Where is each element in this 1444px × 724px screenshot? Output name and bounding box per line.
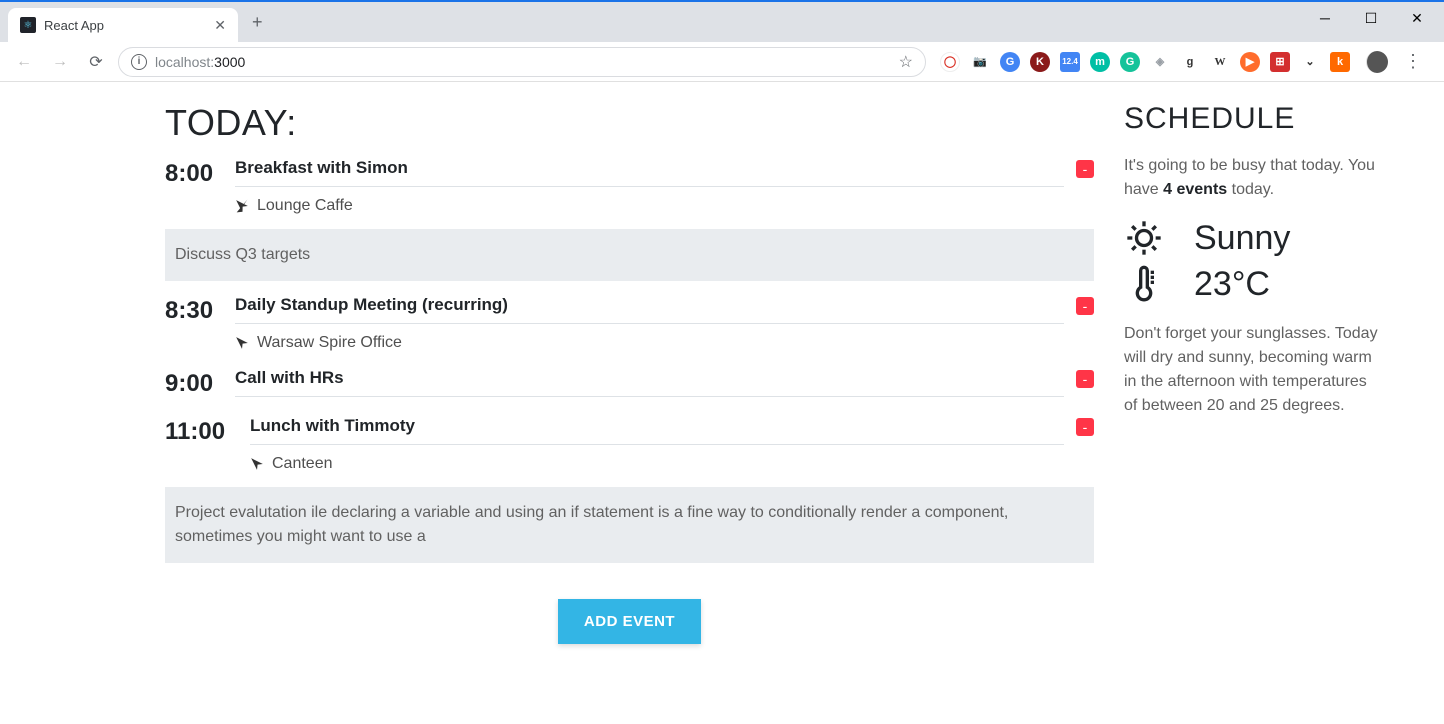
- extension-icon[interactable]: ⊞: [1270, 52, 1290, 72]
- extension-icon[interactable]: ◈: [1150, 52, 1170, 72]
- profile-avatar[interactable]: [1366, 51, 1388, 73]
- bookmark-star-icon[interactable]: ☆: [899, 52, 913, 72]
- event-title: Breakfast with Simon: [235, 158, 1064, 187]
- event-location: Lounge Caffe: [235, 187, 1094, 221]
- page-title: TODAY:: [165, 102, 1094, 144]
- event-item: 11:00 Lunch with Timmoty - Canteen: [165, 416, 1094, 479]
- tab-title: React App: [44, 18, 206, 33]
- extension-icon[interactable]: m: [1090, 52, 1110, 72]
- forecast-text: Don't forget your sunglasses. Today will…: [1124, 322, 1384, 418]
- extension-icon[interactable]: ◯: [940, 52, 960, 72]
- close-tab-icon[interactable]: ✕: [214, 17, 226, 34]
- event-title: Lunch with Timmoty: [250, 416, 1064, 445]
- new-tab-button[interactable]: +: [252, 12, 263, 33]
- delete-event-button[interactable]: -: [1076, 160, 1094, 178]
- event-item: 8:30 Daily Standup Meeting (recurring) -…: [165, 295, 1094, 358]
- weather-temperature: 23°C: [1194, 265, 1270, 304]
- weather-condition-row: Sunny: [1124, 218, 1384, 258]
- location-icon: [250, 457, 264, 471]
- extension-icon[interactable]: K: [1030, 52, 1050, 72]
- reload-button[interactable]: ⟳: [82, 48, 110, 76]
- add-event-button[interactable]: ADD EVENT: [558, 599, 701, 644]
- schedule-sidebar: SCHEDULE It's going to be busy that toda…: [1124, 102, 1444, 644]
- back-button[interactable]: ←: [10, 48, 38, 76]
- event-time: 9:00: [165, 368, 235, 398]
- event-title: Call with HRs: [235, 368, 1064, 397]
- extension-icon[interactable]: W: [1210, 52, 1230, 72]
- extension-icons: ◯ 📷 G K 12.4 m G ◈ g W ▶ ⊞ ⌄ k ⋮: [934, 51, 1434, 73]
- event-title: Daily Standup Meeting (recurring): [235, 295, 1064, 324]
- url-text: localhost:3000: [155, 54, 891, 70]
- extension-icon[interactable]: ⌄: [1300, 52, 1320, 72]
- maximize-button[interactable]: ☐: [1348, 2, 1394, 34]
- event-time: 8:00: [165, 158, 235, 188]
- event-item: 8:00 Breakfast with Simon - Lounge Caffe: [165, 158, 1094, 221]
- weather-temp-row: 23°C: [1124, 264, 1384, 304]
- delete-event-button[interactable]: -: [1076, 297, 1094, 315]
- delete-event-button[interactable]: -: [1076, 418, 1094, 436]
- browser-toolbar: ← → ⟳ i localhost:3000 ☆ ◯ 📷 G K 12.4 m …: [0, 42, 1444, 82]
- extension-icon[interactable]: ▶: [1240, 52, 1260, 72]
- event-time: 11:00: [165, 416, 250, 446]
- extension-icon[interactable]: 📷: [970, 52, 990, 72]
- page-content: TODAY: 8:00 Breakfast with Simon - Loung…: [0, 82, 1444, 644]
- event-time: 8:30: [165, 295, 235, 325]
- extension-icon[interactable]: G: [1120, 52, 1140, 72]
- schedule-intro: It's going to be busy that today. You ha…: [1124, 154, 1384, 202]
- tab-bar: ⚛ React App ✕ + ─ ☐ ✕: [0, 2, 1444, 42]
- window-controls: ─ ☐ ✕: [1302, 2, 1440, 34]
- weather-condition: Sunny: [1194, 219, 1290, 258]
- minimize-button[interactable]: ─: [1302, 2, 1348, 34]
- extension-icon[interactable]: k: [1330, 52, 1350, 72]
- extension-icon[interactable]: G: [1000, 52, 1020, 72]
- event-note: Discuss Q3 targets: [165, 229, 1094, 281]
- close-window-button[interactable]: ✕: [1394, 2, 1440, 34]
- events-column: TODAY: 8:00 Breakfast with Simon - Loung…: [0, 102, 1124, 644]
- address-bar[interactable]: i localhost:3000 ☆: [118, 47, 926, 77]
- site-info-icon[interactable]: i: [131, 54, 147, 70]
- forward-button[interactable]: →: [46, 48, 74, 76]
- react-favicon: ⚛: [20, 17, 36, 33]
- event-location: Canteen: [250, 445, 1094, 479]
- sun-icon: [1124, 218, 1164, 258]
- browser-menu-button[interactable]: ⋮: [1398, 51, 1428, 72]
- extension-icon[interactable]: 12.4: [1060, 52, 1080, 72]
- browser-tab[interactable]: ⚛ React App ✕: [8, 8, 238, 42]
- schedule-heading: SCHEDULE: [1124, 102, 1384, 136]
- thermometer-icon: [1124, 264, 1164, 304]
- event-location: Warsaw Spire Office: [235, 324, 1094, 358]
- browser-chrome: ⚛ React App ✕ + ─ ☐ ✕ ← → ⟳ i localhost:…: [0, 0, 1444, 82]
- event-item: 9:00 Call with HRs -: [165, 368, 1094, 398]
- delete-event-button[interactable]: -: [1076, 370, 1094, 388]
- event-note: Project evalutation ile declaring a vari…: [165, 487, 1094, 563]
- location-icon: [235, 336, 249, 350]
- extension-icon[interactable]: g: [1180, 52, 1200, 72]
- location-icon: [235, 199, 249, 213]
